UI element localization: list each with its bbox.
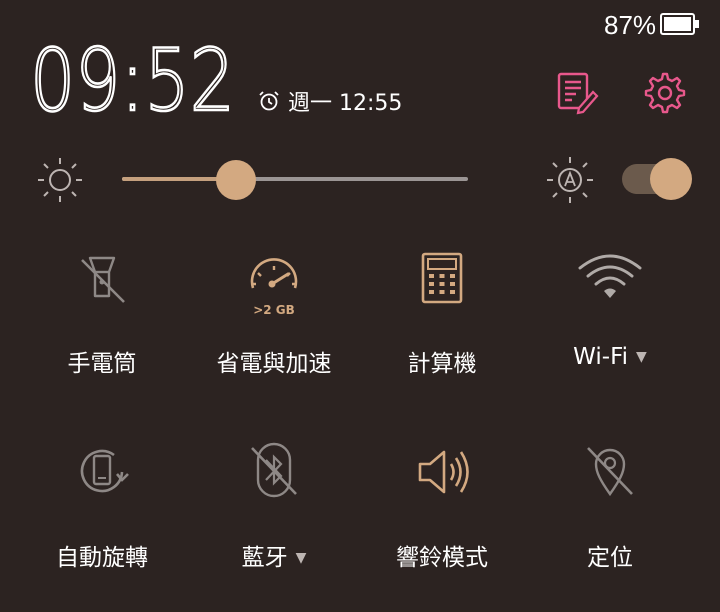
clock-display[interactable]: 09:52 bbox=[30, 36, 240, 120]
speaker-icon bbox=[418, 450, 469, 494]
slider-thumb[interactable] bbox=[216, 160, 256, 200]
clock-text: 09:52 bbox=[30, 36, 235, 120]
alarm-clock-icon bbox=[259, 91, 279, 111]
auto-rotate-icon bbox=[80, 449, 129, 493]
tile-wifi[interactable]: Wi-Fi ▼ bbox=[520, 248, 700, 398]
location-off-icon bbox=[587, 447, 633, 497]
tile-label: 計算機 bbox=[407, 351, 477, 377]
quick-settings-panel: 87% 09:52 週一 12:55 手電筒 >2 GB 省電與加速 計算機 W… bbox=[0, 0, 720, 612]
wifi-icon bbox=[578, 254, 642, 298]
settings-gear-icon[interactable] bbox=[640, 70, 686, 116]
tile-label: 自動旋轉 bbox=[56, 545, 148, 571]
tile-label-wrap: 藍牙 ▼ bbox=[184, 538, 364, 572]
tile-auto-rotate[interactable]: 自動旋轉 bbox=[12, 432, 192, 582]
battery-icon bbox=[660, 13, 699, 35]
dropdown-caret-icon[interactable]: ▼ bbox=[296, 550, 307, 566]
tile-label: 響鈴模式 bbox=[396, 545, 488, 571]
edit-tiles-icon[interactable] bbox=[554, 70, 600, 116]
bluetooth-off-icon bbox=[251, 442, 297, 498]
tile-label: 省電與加速 bbox=[216, 351, 332, 377]
brightness-low-icon bbox=[38, 158, 82, 202]
tile-power-boost[interactable]: >2 GB 省電與加速 bbox=[184, 248, 364, 398]
tile-flashlight[interactable]: 手電筒 bbox=[12, 248, 192, 398]
flashlight-off-icon bbox=[81, 256, 125, 303]
tile-label: Wi-Fi bbox=[573, 344, 629, 370]
brightness-slider[interactable] bbox=[122, 160, 468, 200]
auto-brightness-icon bbox=[547, 157, 593, 203]
tile-label: 手電筒 bbox=[67, 351, 137, 377]
tile-ring-mode[interactable]: 響鈴模式 bbox=[352, 432, 532, 582]
battery-percent: 87% bbox=[604, 10, 657, 40]
toggle-thumb bbox=[650, 158, 692, 200]
tile-label: 定位 bbox=[587, 545, 633, 571]
tile-calculator[interactable]: 計算機 bbox=[352, 248, 532, 398]
tile-bluetooth[interactable]: 藍牙 ▼ bbox=[184, 432, 364, 582]
auto-brightness-toggle[interactable] bbox=[622, 158, 692, 200]
speedometer-icon: >2 GB bbox=[250, 258, 298, 317]
tile-location[interactable]: 定位 bbox=[520, 432, 700, 582]
dropdown-caret-icon[interactable]: ▼ bbox=[636, 349, 647, 365]
tile-label: 藍牙 bbox=[241, 545, 288, 571]
calculator-icon bbox=[421, 252, 463, 304]
memory-sublabel: >2 GB bbox=[253, 303, 295, 317]
tile-label-wrap: Wi-Fi ▼ bbox=[520, 344, 700, 370]
alarm-time-text: 週一 12:55 bbox=[288, 91, 403, 116]
next-alarm[interactable]: 週一 12:55 bbox=[258, 86, 402, 116]
